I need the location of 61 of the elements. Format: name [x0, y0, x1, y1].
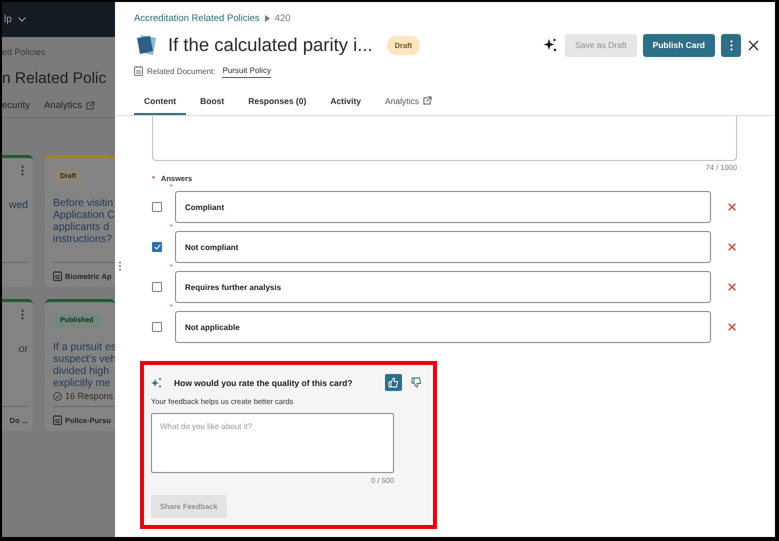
tab[interactable]: Content — [134, 88, 186, 115]
card-text: wed — [8, 199, 28, 211]
sparkle-icon — [151, 377, 162, 388]
external-link-icon — [423, 96, 432, 105]
correct-answer-checkbox[interactable] — [152, 242, 162, 252]
caret-right-icon — [264, 14, 270, 22]
breadcrumb-link[interactable]: ed Policies — [2, 37, 115, 65]
tab[interactable]: Activity — [320, 88, 372, 115]
menu-icon[interactable]: ⋮ — [17, 165, 28, 177]
publish-button[interactable]: Publish Card — [642, 34, 715, 56]
feedback-field[interactable]: What do you like about it? — [151, 413, 394, 473]
document-icon — [53, 271, 62, 281]
menu-icon[interactable]: ⋮ — [17, 309, 28, 321]
related-document-label: Related Document: — [147, 66, 216, 76]
response-count: 16 Respons — [65, 391, 114, 401]
question-field[interactable] — [152, 116, 737, 161]
related-document-link[interactable]: Pursuit Policy — [222, 64, 271, 78]
correct-answer-checkbox[interactable] — [152, 202, 162, 212]
card-id: 420 — [274, 12, 291, 24]
chevron-down-icon — [18, 17, 26, 22]
external-link-icon — [86, 100, 95, 110]
answer-field[interactable]: Compliant — [175, 191, 711, 223]
thumbs-up-icon — [388, 377, 399, 388]
tab[interactable]: Analytics — [375, 88, 442, 115]
close-icon — [728, 203, 736, 211]
document-icon — [53, 415, 62, 425]
correct-answer-checkbox[interactable] — [152, 322, 162, 332]
check-circle-icon — [53, 392, 62, 400]
card-text: or — [18, 343, 28, 355]
feedback-question: How would you rate the quality of this card? — [174, 378, 354, 388]
tab[interactable]: Responses (0) — [238, 88, 316, 115]
card-title: If the calculated parity i... — [168, 34, 373, 56]
sparkle-icon[interactable] — [543, 38, 558, 52]
thumbs-down-icon — [411, 377, 422, 388]
answer-field[interactable]: Not applicable — [175, 311, 711, 343]
delete-button[interactable] — [728, 243, 736, 251]
tab[interactable]: Analytics — [44, 100, 95, 110]
breadcrumb-link[interactable]: Accreditation Related Policies — [134, 12, 260, 24]
answer-field[interactable]: Requires further analysis — [175, 271, 711, 303]
close-button[interactable] — [748, 40, 759, 50]
document-icon — [134, 66, 143, 76]
tab[interactable]: ecurity — [2, 100, 30, 110]
card-question[interactable]: Before visitin Application C applicants d instructions? — [53, 197, 115, 245]
close-icon — [748, 40, 759, 50]
card-cube-icon — [134, 33, 158, 57]
correct-answer-checkbox[interactable] — [152, 282, 162, 292]
delete-button[interactable] — [728, 283, 736, 291]
card[interactable]: ⋮ wed — [2, 155, 33, 287]
thumbs-up-button[interactable] — [385, 374, 402, 391]
close-icon — [728, 323, 736, 331]
close-icon — [728, 283, 736, 291]
kebab-icon — [730, 40, 732, 50]
more-options-button[interactable] — [721, 34, 741, 56]
tab[interactable]: Boost — [190, 88, 234, 115]
resize-handle-icon[interactable]: ⋮ — [115, 262, 125, 272]
workspace-menu[interactable]: lp — [4, 14, 12, 25]
answer-field[interactable]: Not compliant — [175, 231, 711, 263]
delete-button[interactable] — [728, 203, 736, 211]
close-icon — [728, 243, 736, 251]
page-title: n Related Polic — [2, 69, 108, 89]
delete-button[interactable] — [728, 323, 736, 331]
